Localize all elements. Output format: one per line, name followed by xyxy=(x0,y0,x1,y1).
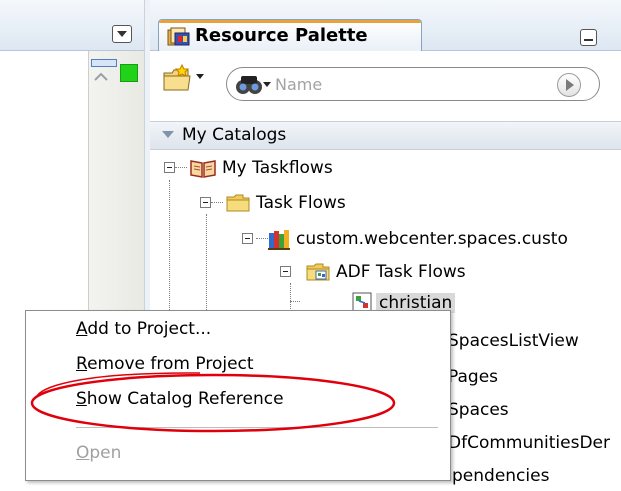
status-ok-icon xyxy=(120,64,138,82)
taskflow-folder-icon xyxy=(306,263,330,281)
scroll-up-icon[interactable] xyxy=(93,72,109,82)
context-menu: Add to Project... Remove from Project Sh… xyxy=(25,310,451,481)
menu-separator xyxy=(76,427,438,428)
menu-item-show-catalog-reference[interactable]: Show Catalog Reference xyxy=(76,389,284,419)
search-go-button[interactable] xyxy=(557,73,581,97)
collapse-toggle[interactable] xyxy=(200,197,211,208)
menu-item-label: dd to Project... xyxy=(87,319,212,339)
folder-icon xyxy=(226,194,250,212)
overview-marker[interactable] xyxy=(91,59,117,67)
chevron-down-icon xyxy=(117,31,127,37)
collapse-toggle[interactable] xyxy=(242,233,253,244)
mnemonic: O xyxy=(76,443,90,463)
binoculars-icon xyxy=(236,76,262,94)
tab-accent xyxy=(159,20,421,23)
new-folder-icon xyxy=(163,63,191,91)
tree-node-spaces[interactable]: Spaces xyxy=(448,395,621,425)
tree-node-custom-library[interactable]: custom.webcenter.spaces.custo xyxy=(238,224,621,254)
tree-node-adf-task-flows[interactable]: ADF Task Flows xyxy=(276,257,576,287)
library-icon xyxy=(268,230,290,250)
palette-tab-strip: Resource Palette xyxy=(150,0,621,51)
tree-node-my-taskflows[interactable]: My Taskflows xyxy=(160,153,460,183)
mnemonic: A xyxy=(76,319,88,339)
tree-node-label: DfCommunitiesDer xyxy=(448,433,610,453)
play-icon xyxy=(566,79,574,91)
tree-node-label: Task Flows xyxy=(256,193,346,213)
collapse-toggle[interactable] xyxy=(280,266,291,277)
palette-toolbar xyxy=(150,51,621,115)
tree-node-spaces-list-view[interactable]: SpacesListView xyxy=(448,326,621,356)
tree-node-label: My Taskflows xyxy=(222,158,333,178)
my-catalogs-header[interactable]: My Catalogs xyxy=(150,121,621,150)
collapse-toggle[interactable] xyxy=(164,162,175,173)
tree-node-label: Pages xyxy=(448,367,499,387)
search-field[interactable] xyxy=(226,67,600,101)
search-options-arrow-icon[interactable] xyxy=(263,82,271,88)
tree-node-pages[interactable]: Pages xyxy=(448,362,621,392)
tree-node-label: pendencies xyxy=(452,466,550,486)
menu-item-label: how Catalog Reference xyxy=(86,389,284,409)
tree-guide xyxy=(290,301,300,303)
tree-node-communities[interactable]: DfCommunitiesDer xyxy=(448,428,621,458)
mnemonic: S xyxy=(76,389,87,409)
mnemonic: R xyxy=(76,354,88,374)
dropdown-arrow-icon xyxy=(196,74,204,79)
tree-node-label: SpacesListView xyxy=(448,331,579,351)
menu-item-label: emove from Project xyxy=(87,354,254,374)
menu-item-remove-from-project[interactable]: Remove from Project xyxy=(76,354,254,384)
minimize-button[interactable] xyxy=(580,29,597,46)
editor-header xyxy=(0,0,146,51)
tree-node-dependencies[interactable]: pendencies xyxy=(452,461,621,491)
tree-node-label: custom.webcenter.spaces.custo xyxy=(296,229,568,249)
new-connection-button[interactable] xyxy=(162,63,208,92)
section-title: My Catalogs xyxy=(182,125,287,145)
editor-dropdown-button[interactable] xyxy=(112,25,132,43)
book-icon xyxy=(190,160,216,178)
palette-title: Resource Palette xyxy=(195,25,368,46)
resource-palette-icon xyxy=(167,27,190,46)
tab-resource-palette[interactable]: Resource Palette xyxy=(158,19,422,51)
tree-node-task-flows[interactable]: Task Flows xyxy=(196,188,496,218)
search-input[interactable] xyxy=(275,73,545,95)
collapse-triangle-icon xyxy=(162,131,174,138)
tree-node-label: Spaces xyxy=(448,400,509,420)
menu-item-add-to-project[interactable]: Add to Project... xyxy=(76,319,211,349)
menu-item-label: pen xyxy=(89,443,122,463)
menu-item-open[interactable]: Open xyxy=(76,443,121,473)
tree-node-label: ADF Task Flows xyxy=(336,262,466,282)
